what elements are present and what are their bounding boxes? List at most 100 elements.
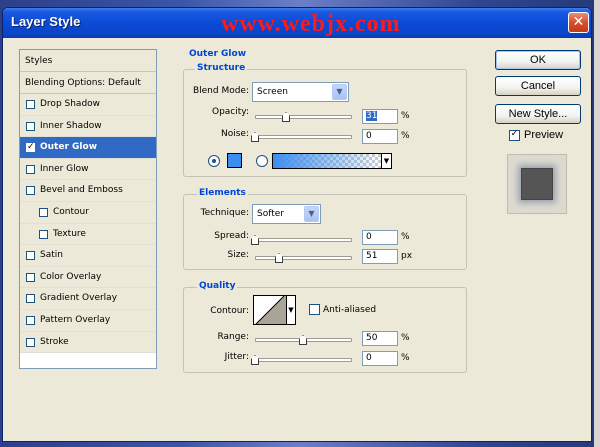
noise-unit: %	[401, 131, 410, 141]
style-item-label: Gradient Overlay	[40, 293, 118, 304]
style-item-texture[interactable]: Texture	[20, 223, 156, 246]
style-checkbox[interactable]	[26, 272, 35, 282]
style-checkbox[interactable]	[26, 294, 35, 304]
check-icon: ✓	[510, 129, 519, 139]
style-item-label: Satin	[40, 250, 63, 261]
style-item-stroke[interactable]: Stroke	[20, 331, 156, 354]
style-item-label: Bevel and Emboss	[40, 185, 123, 196]
size-label: Size:	[227, 250, 249, 260]
gradient-dropdown-arrow[interactable]: ▼	[381, 153, 392, 169]
style-item-label: Drop Shadow	[40, 99, 101, 109]
style-checkbox[interactable]	[26, 121, 35, 131]
window-title: Layer Style	[11, 14, 81, 29]
cancel-button[interactable]: Cancel	[495, 76, 581, 96]
desktop-edge	[594, 0, 600, 447]
style-checkbox[interactable]	[26, 251, 35, 261]
range-label: Range:	[217, 332, 249, 342]
quality-title: Quality	[197, 281, 238, 291]
noise-slider-track[interactable]	[255, 135, 352, 139]
blend-mode-value: Screen	[257, 87, 288, 97]
spread-slider-track[interactable]	[255, 238, 352, 242]
style-checkbox[interactable]: ✓	[26, 142, 35, 153]
blend-mode-select[interactable]: Screen ▼	[252, 82, 349, 102]
style-item-contour[interactable]: Contour	[20, 201, 156, 224]
jitter-label: Jitter:	[224, 352, 249, 362]
style-item-label: Texture	[53, 228, 86, 239]
contour-picker[interactable]	[253, 295, 287, 325]
style-checkbox[interactable]	[26, 100, 35, 109]
style-checkbox[interactable]	[26, 186, 35, 196]
size-input[interactable]: 51	[362, 249, 398, 264]
style-checkbox[interactable]	[26, 315, 35, 325]
solid-color-radio[interactable]	[208, 155, 220, 167]
preview-checkbox[interactable]: ✓	[509, 130, 520, 141]
spread-input[interactable]: 0	[362, 230, 398, 245]
styles-list: Styles Blending Options: Default Drop Sh…	[19, 49, 157, 369]
style-item-label: Outer Glow	[40, 142, 98, 153]
range-input[interactable]: 50	[362, 331, 398, 346]
styles-header[interactable]: Styles	[20, 50, 156, 72]
style-item-label: Stroke	[40, 336, 69, 347]
contour-curve-icon	[255, 296, 286, 324]
style-item-gradient-overlay[interactable]: Gradient Overlay	[20, 288, 156, 310]
style-checkbox[interactable]	[26, 337, 35, 347]
opacity-label: Opacity:	[212, 107, 249, 117]
opacity-unit: %	[401, 111, 410, 121]
style-item-bevel-and-emboss[interactable]: Bevel and Emboss	[20, 180, 156, 202]
glow-color-swatch[interactable]	[227, 153, 242, 168]
jitter-slider-track[interactable]	[255, 358, 352, 362]
gradient-radio[interactable]	[256, 155, 268, 167]
style-item-satin[interactable]: Satin	[20, 245, 156, 267]
style-item-label: Color Overlay	[40, 271, 102, 282]
contour-dropdown-arrow[interactable]: ▼	[287, 295, 296, 325]
outer-glow-title: Outer Glow	[187, 49, 249, 59]
style-item-color-overlay[interactable]: Color Overlay	[20, 266, 156, 289]
technique-value: Softer	[257, 209, 284, 219]
chevron-down-icon: ▼	[332, 84, 347, 100]
blending-options-item[interactable]: Blending Options: Default	[20, 72, 156, 94]
style-checkbox[interactable]	[26, 164, 35, 174]
style-item-outer-glow[interactable]: ✓ Outer Glow	[20, 137, 156, 159]
noise-input[interactable]: 0	[362, 129, 398, 144]
jitter-input[interactable]: 0	[362, 351, 398, 366]
layer-style-dialog: Layer Style www.webjx.com ✕ Styles Blend…	[2, 7, 592, 442]
range-unit: %	[401, 333, 410, 343]
style-item-label: Contour	[53, 206, 89, 217]
elements-title: Elements	[197, 188, 248, 198]
style-preview	[507, 154, 567, 214]
style-item-label: Pattern Overlay	[40, 314, 111, 325]
anti-aliased-checkbox[interactable]	[309, 304, 320, 315]
style-checkbox[interactable]	[39, 229, 48, 239]
technique-label: Technique:	[200, 208, 249, 218]
opacity-slider-track[interactable]	[255, 115, 352, 119]
title-bar[interactable]: Layer Style www.webjx.com ✕	[3, 8, 591, 38]
contour-label: Contour:	[210, 306, 249, 316]
preview-thumbnail	[521, 168, 553, 200]
noise-label: Noise:	[221, 129, 249, 139]
ok-button[interactable]: OK	[495, 50, 581, 70]
style-item-drop-shadow[interactable]: Drop Shadow	[20, 94, 156, 116]
chevron-down-icon: ▼	[304, 206, 319, 222]
spread-unit: %	[401, 232, 410, 242]
blend-mode-label: Blend Mode:	[192, 86, 249, 96]
spread-label: Spread:	[214, 231, 249, 241]
check-icon: ✓	[27, 142, 35, 153]
opacity-value: 31	[366, 111, 378, 121]
glow-gradient-picker[interactable]	[272, 153, 382, 169]
size-slider-track[interactable]	[255, 256, 352, 260]
new-style-button[interactable]: New Style...	[495, 104, 581, 124]
style-item-label: Inner Shadow	[40, 120, 102, 131]
style-item-inner-shadow[interactable]: Inner Shadow	[20, 115, 156, 138]
jitter-unit: %	[401, 353, 410, 363]
anti-aliased-label: Anti-aliased	[323, 305, 377, 315]
style-item-inner-glow[interactable]: Inner Glow	[20, 158, 156, 181]
style-checkbox[interactable]	[39, 207, 48, 217]
style-item-label: Inner Glow	[40, 163, 89, 174]
technique-select[interactable]: Softer ▼	[252, 204, 321, 224]
close-button[interactable]: ✕	[568, 12, 589, 33]
structure-title: Structure	[195, 63, 248, 73]
style-item-pattern-overlay[interactable]: Pattern Overlay	[20, 309, 156, 332]
opacity-input[interactable]: 31	[362, 109, 398, 124]
preview-label: Preview	[524, 129, 564, 141]
size-unit: px	[401, 251, 413, 261]
